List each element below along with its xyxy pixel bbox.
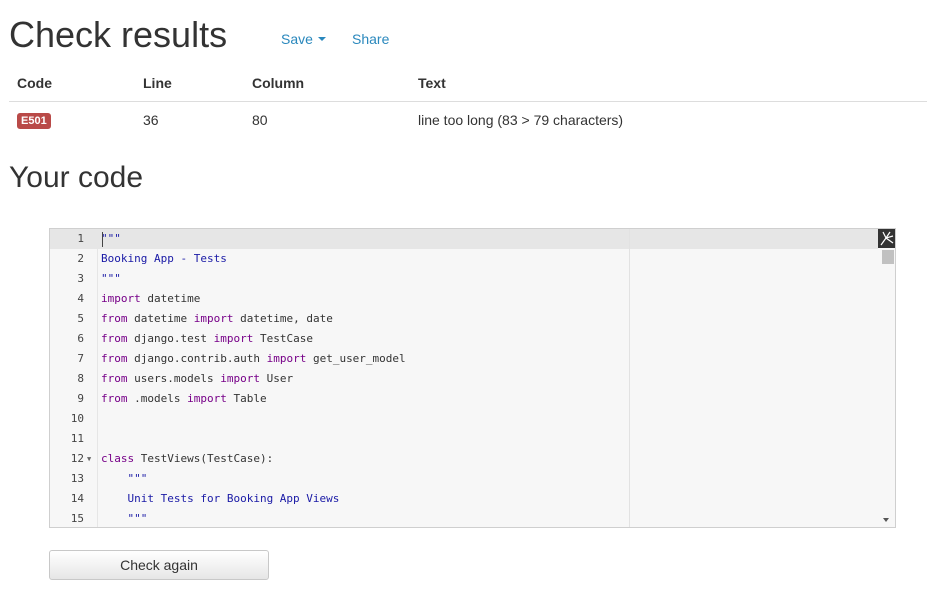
line-number: 10	[70, 412, 84, 425]
line-number: 3	[77, 272, 84, 285]
code-editor[interactable]: 1 """ 2 Booking App - Tests 3 """ 4 import d…	[49, 228, 896, 528]
keyword: from	[101, 352, 128, 365]
code-line: 11	[50, 429, 878, 449]
keyword: from	[101, 332, 128, 345]
line-text: """	[101, 472, 148, 485]
row-text: line too long (83 > 79 characters)	[418, 112, 624, 128]
line-text: from datetime import datetime, date	[101, 309, 333, 329]
keyword: import	[220, 372, 260, 385]
line-number: 6	[77, 332, 84, 345]
code-line: 6 from django.test import TestCase	[50, 329, 878, 349]
code-line: 7 from django.contrib.auth import get_use…	[50, 349, 878, 369]
line-text: from django.test import TestCase	[101, 329, 313, 349]
save-label: Save	[281, 31, 313, 47]
code-token: datetime	[127, 312, 194, 325]
check-again-button[interactable]: Check again	[49, 550, 269, 580]
keyword: import	[266, 352, 307, 365]
line-text: """	[101, 232, 121, 245]
keyword: from	[101, 312, 128, 325]
line-number: 1	[77, 232, 84, 245]
line-text: Unit Tests for Booking App Views	[101, 492, 340, 505]
line-text: Booking App - Tests	[101, 252, 227, 265]
line-text: class TestViews(TestCase):	[101, 449, 273, 469]
scrollbar-thumb[interactable]	[882, 250, 894, 264]
header-divider	[9, 101, 927, 102]
code-token: datetime, date	[233, 312, 333, 325]
code-line: 12 ▼ class TestViews(TestCase):	[50, 449, 878, 469]
line-number: 5	[77, 312, 84, 325]
line-number: 11	[70, 432, 84, 445]
line-number: 2	[77, 252, 84, 265]
line-number: 14	[70, 492, 84, 505]
keyword: import	[101, 292, 141, 305]
code-token: users.models	[127, 372, 221, 385]
fold-arrow-icon[interactable]: ▼	[87, 449, 91, 469]
chevron-down-icon	[317, 37, 326, 42]
line-number: 13	[70, 472, 84, 485]
code-token: get_user_model	[306, 352, 406, 365]
error-code-badge: E501	[17, 113, 51, 129]
code-line: 2 Booking App - Tests	[50, 249, 878, 269]
code-token: TestViews(TestCase):	[134, 452, 274, 465]
code-token: User	[259, 372, 294, 385]
row-line: 36	[143, 112, 159, 128]
line-number: 7	[77, 352, 84, 365]
code-line: 1 """	[50, 229, 878, 249]
text-cursor	[102, 232, 103, 247]
keyword: from	[101, 392, 128, 405]
line-text: """	[101, 272, 121, 285]
line-number: 12	[70, 452, 84, 465]
resize-handle-icon[interactable]	[878, 229, 895, 248]
code-line: 8 from users.models import User	[50, 369, 878, 389]
line-number: 8	[77, 372, 84, 385]
line-text: from django.contrib.auth import get_user…	[101, 349, 406, 369]
line-text: import datetime	[101, 289, 200, 309]
code-line: 5 from datetime import datetime, date	[50, 309, 878, 329]
vertical-scrollbar[interactable]	[878, 229, 895, 527]
keyword: class	[101, 452, 135, 465]
keyword: import	[193, 312, 234, 325]
code-token: datetime	[140, 292, 201, 305]
keyword: import	[213, 332, 254, 345]
keyword: from	[101, 372, 128, 385]
column-header-column: Column	[252, 75, 305, 91]
code-line: 4 import datetime	[50, 289, 878, 309]
share-link[interactable]: Share	[352, 30, 389, 48]
column-header-text: Text	[418, 75, 446, 91]
line-text: from users.models import User	[101, 369, 293, 389]
page-title: Check results	[9, 14, 228, 55]
code-token: Table	[226, 392, 267, 405]
keyword: import	[187, 392, 227, 405]
section-title: Your code	[9, 161, 144, 194]
column-header-line: Line	[143, 75, 172, 91]
code-line: 3 """	[50, 269, 878, 289]
code-line: 10	[50, 409, 878, 429]
line-number: 9	[77, 392, 84, 405]
code-line: 13 """	[50, 469, 878, 489]
code-token: TestCase	[253, 332, 313, 345]
line-number: 4	[77, 292, 84, 305]
code-line: 15 """	[50, 509, 878, 527]
line-text: from .models import Table	[101, 389, 267, 409]
row-column: 80	[252, 112, 268, 128]
code-token: django.contrib.auth	[127, 352, 267, 365]
code-line: 14 Unit Tests for Booking App Views	[50, 489, 878, 509]
line-text: """	[101, 512, 148, 525]
scroll-down-icon[interactable]	[883, 518, 889, 522]
code-token: .models	[127, 392, 188, 405]
save-dropdown[interactable]: Save	[281, 30, 326, 48]
code-line: 9 from .models import Table	[50, 389, 878, 409]
line-number: 15	[70, 512, 84, 525]
column-header-code: Code	[17, 75, 52, 91]
pulse-icon	[880, 231, 894, 246]
code-token: django.test	[127, 332, 214, 345]
